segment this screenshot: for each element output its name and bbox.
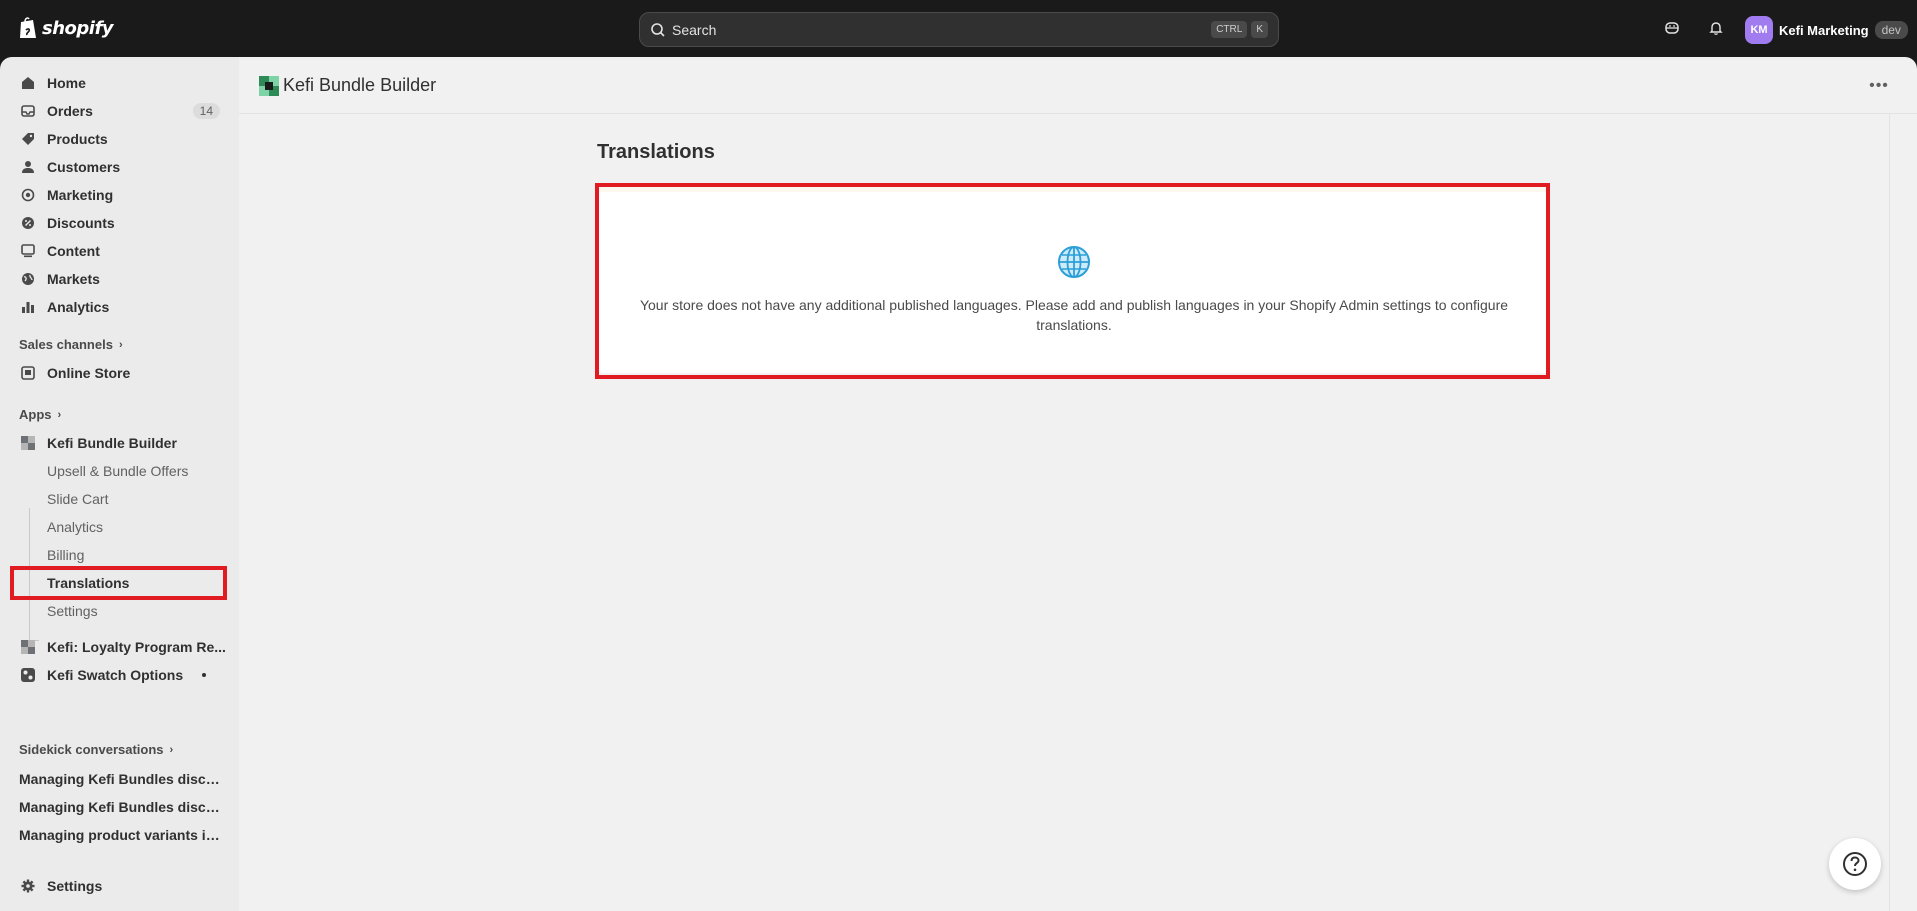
nav-label: Analytics (47, 299, 110, 315)
question-mark-icon (1843, 852, 1867, 876)
chevron-right-icon: › (169, 743, 174, 756)
nav-label: Discounts (47, 215, 115, 231)
nav-kefi-loyalty[interactable]: Kefi: Loyalty Program Re... (10, 634, 228, 660)
nav-label: Kefi Bundle Builder (47, 435, 177, 451)
sales-channels-heading[interactable]: Sales channels › (19, 337, 123, 352)
page-title: Translations (597, 141, 715, 163)
home-icon (20, 75, 36, 91)
chevron-right-icon: › (118, 338, 123, 351)
nav-content[interactable]: Content (10, 238, 228, 264)
discount-icon (20, 215, 36, 231)
sidekick-conversation[interactable]: Managing Kefi Bundles discou... (19, 771, 223, 787)
app-icon (20, 435, 36, 451)
search-bar[interactable]: Search CTRL K (639, 12, 1279, 47)
apps-heading[interactable]: Apps › (19, 407, 61, 422)
nav-home[interactable]: Home (10, 70, 228, 96)
nav-label: Content (47, 243, 100, 259)
sub-nav-translations[interactable]: Translations (47, 575, 129, 591)
nav-markets[interactable]: Markets (10, 266, 228, 292)
search-icon (651, 22, 665, 37)
nav-label: Marketing (47, 187, 114, 203)
sidebar: Home Orders 14 Products Customers Market… (0, 57, 239, 911)
store-avatar: KM (1745, 16, 1773, 44)
nav-products[interactable]: Products (10, 126, 228, 152)
nav-kefi-swatch-options[interactable]: Kefi Swatch Options (10, 662, 228, 688)
content-icon (20, 243, 36, 259)
app-header: Kefi Bundle Builder ••• (239, 57, 1917, 114)
nav-label: Products (47, 131, 108, 147)
tag-icon (20, 131, 36, 147)
sub-nav-analytics[interactable]: Analytics (47, 519, 103, 535)
nav-label: Home (47, 75, 86, 91)
nav-analytics[interactable]: Analytics (10, 294, 228, 320)
nav-label: Online Store (47, 365, 131, 381)
brand-name: shopify (42, 17, 114, 39)
swatch-app-icon (20, 667, 36, 683)
unread-dot (202, 673, 206, 677)
nav-marketing[interactable]: Marketing (10, 182, 228, 208)
top-bar: shopify Search CTRL K KM Kefi Marketing … (0, 0, 1917, 57)
nav-orders[interactable]: Orders 14 (10, 98, 228, 124)
shortcut-key-k: K (1251, 21, 1268, 38)
chevron-right-icon: › (57, 408, 62, 421)
store-badge: dev (1874, 21, 1908, 39)
sub-nav-billing[interactable]: Billing (47, 547, 84, 563)
section-label: Apps (19, 407, 52, 422)
orders-icon (20, 103, 36, 119)
nav-customers[interactable]: Customers (10, 154, 228, 180)
shopify-bag-icon (20, 17, 36, 38)
gear-icon (20, 878, 36, 894)
app-icon (20, 639, 36, 655)
nav-discounts[interactable]: Discounts (10, 210, 228, 236)
tree-line (29, 508, 30, 645)
empty-state-card: Your store does not have any additional … (599, 186, 1549, 373)
sub-nav-settings[interactable]: Settings (47, 603, 98, 619)
section-label: Sales channels (19, 337, 113, 352)
help-button[interactable] (1829, 838, 1881, 890)
store-name: Kefi Marketing (1779, 22, 1869, 38)
search-placeholder: Search (672, 21, 717, 38)
nav-label: Kefi: Loyalty Program Re... (47, 639, 226, 655)
globe-icon (20, 271, 36, 287)
nav-kefi-bundle-builder[interactable]: Kefi Bundle Builder (10, 430, 228, 456)
nav-label: Markets (47, 271, 100, 287)
bar-chart-icon (20, 299, 36, 315)
sidekick-heading[interactable]: Sidekick conversations › (19, 742, 173, 757)
sidekick-conversation[interactable]: Managing Kefi Bundles discou... (19, 799, 223, 815)
sub-nav-upsell-bundle-offers[interactable]: Upsell & Bundle Offers (47, 463, 188, 479)
nav-label: Kefi Swatch Options (47, 667, 184, 683)
store-menu[interactable]: KM Kefi Marketing dev (1745, 16, 1908, 44)
kefi-app-icon (259, 76, 279, 96)
main-content: Kefi Bundle Builder ••• Translations You… (239, 57, 1917, 911)
scrollbar-track[interactable] (1889, 114, 1890, 911)
bell-icon[interactable] (1706, 18, 1726, 38)
sub-nav-slide-cart[interactable]: Slide Cart (47, 491, 108, 507)
card-banner-strip (599, 186, 1549, 192)
nav-label: Orders (47, 103, 93, 119)
nav-label: Settings (47, 878, 103, 894)
nav-online-store[interactable]: Online Store (10, 360, 228, 386)
nav-settings[interactable]: Settings (10, 873, 228, 899)
store-icon (20, 365, 36, 381)
sidekick-icon[interactable] (1662, 18, 1682, 38)
section-label: Sidekick conversations (19, 742, 164, 757)
target-icon (20, 187, 36, 203)
more-actions-button[interactable]: ••• (1868, 75, 1890, 97)
app-title: Kefi Bundle Builder (283, 75, 437, 95)
shortcut-key-ctrl: CTRL (1211, 21, 1248, 38)
person-icon (20, 159, 36, 175)
shopify-logo[interactable]: shopify (18, 16, 114, 40)
sidekick-conversation[interactable]: Managing product variants in ... (19, 827, 223, 843)
nav-label: Customers (47, 159, 121, 175)
globe-icon (1058, 246, 1090, 278)
empty-state-message: Your store does not have any additional … (639, 297, 1509, 333)
orders-count-badge: 14 (192, 103, 220, 119)
